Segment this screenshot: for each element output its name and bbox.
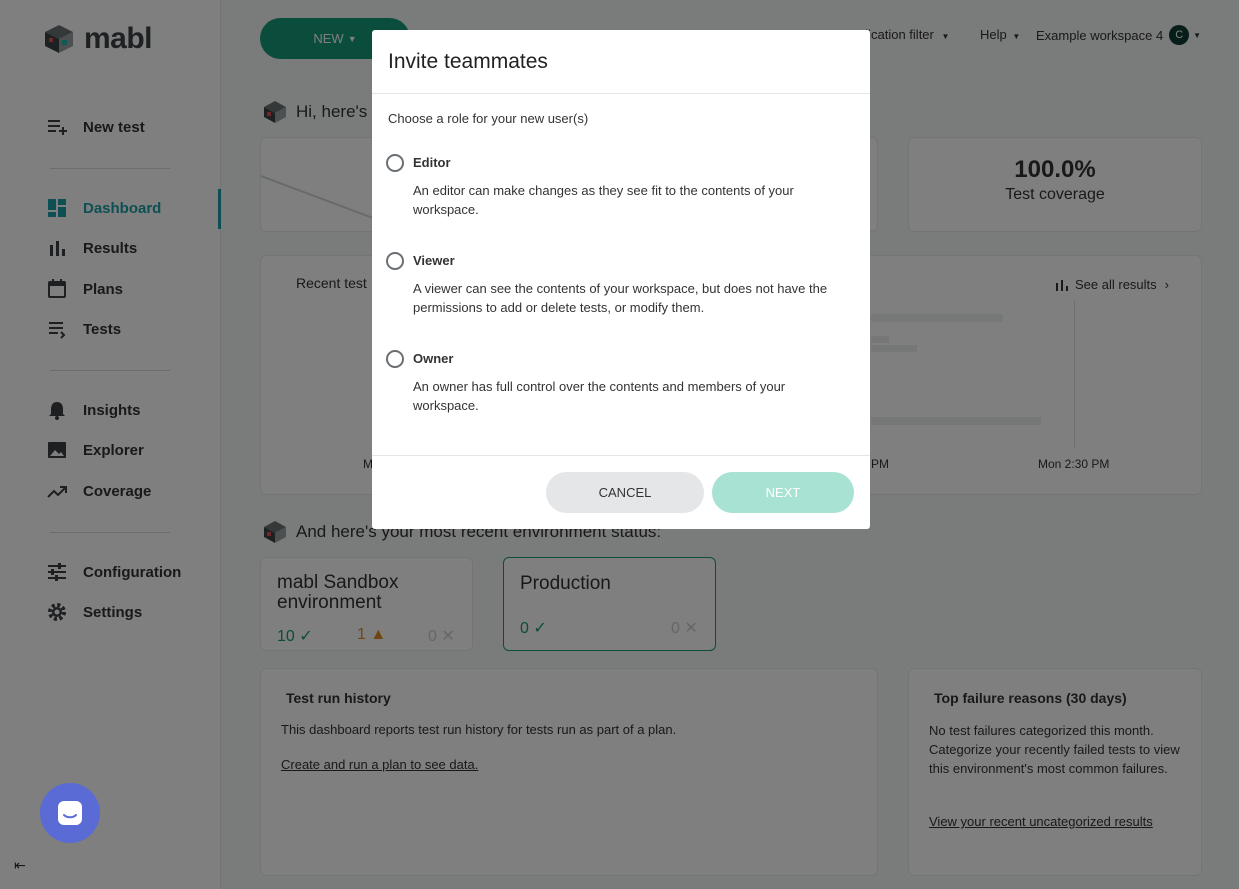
dialog-subtitle: Choose a role for your new user(s) [388, 111, 589, 126]
viewer-radio[interactable] [386, 252, 404, 270]
owner-radio[interactable] [386, 350, 404, 368]
role-description: An owner has full control over the conte… [413, 379, 786, 413]
dialog-title: Invite teammates [388, 50, 548, 73]
role-label: Owner [413, 351, 454, 366]
editor-radio[interactable] [386, 154, 404, 172]
invite-teammates-dialog: Invite teammates Choose a role for your … [372, 30, 870, 529]
role-label: Viewer [413, 253, 455, 268]
dialog-divider [372, 93, 870, 94]
chat-launcher-button[interactable] [40, 783, 100, 843]
role-label: Editor [413, 155, 451, 170]
dialog-divider [372, 455, 870, 456]
role-description: A viewer can see the contents of your wo… [413, 281, 828, 315]
role-description: An editor can make changes as they see f… [413, 183, 794, 217]
chat-icon [58, 801, 82, 825]
cancel-button[interactable]: CANCEL [546, 472, 704, 513]
next-button[interactable]: NEXT [712, 472, 854, 513]
